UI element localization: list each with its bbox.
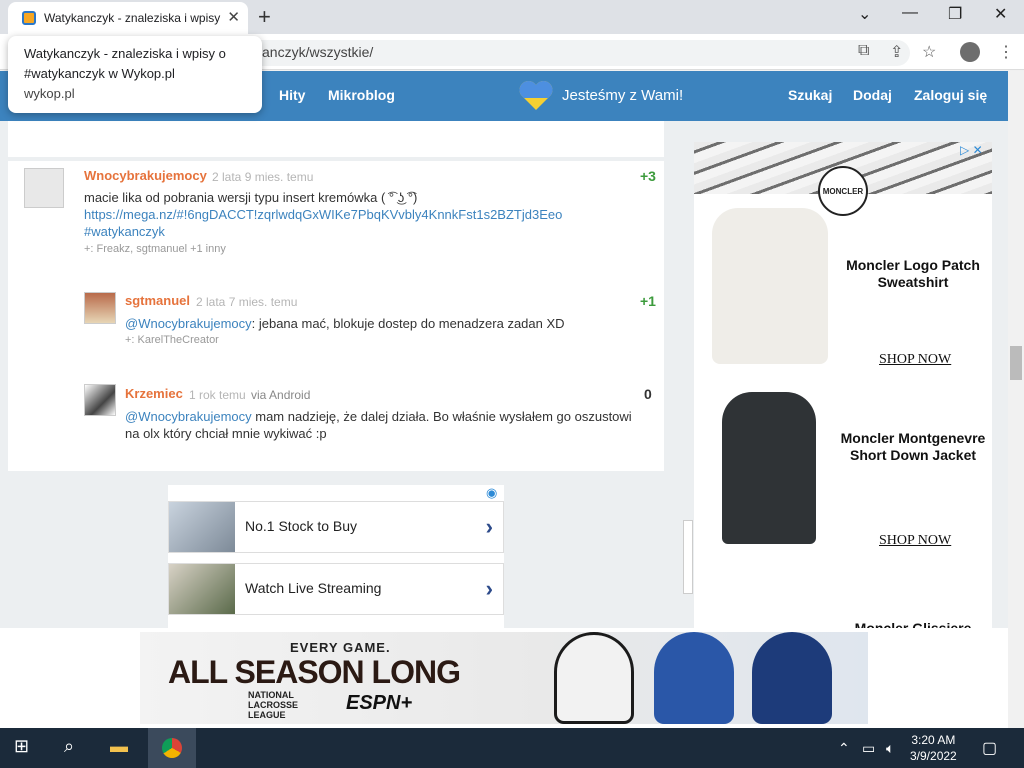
- entry-time[interactable]: 2 lata 9 mies. temu: [212, 170, 313, 184]
- chevron-right-icon: ›: [485, 576, 493, 601]
- nav-hity[interactable]: Hity: [279, 87, 305, 103]
- comment-via[interactable]: via Android: [251, 388, 310, 402]
- shop-now-link[interactable]: SHOP NOW: [879, 352, 951, 368]
- comment-text: @Wnocybrakujemocy: jebana mać, blokuje d…: [125, 315, 565, 332]
- ad-row-label: Watch Live Streaming: [245, 580, 382, 596]
- chevron-down-icon[interactable]: ⌄: [858, 4, 871, 24]
- nav-mikroblog[interactable]: Mikroblog: [328, 87, 395, 103]
- entry-text: macie lika od pobrania wersji typu inser…: [84, 190, 418, 205]
- entry-voters[interactable]: +: Freakz, sgtmanuel +1 inny: [84, 243, 226, 255]
- adchoices-icon[interactable]: ▷ ✕: [960, 143, 983, 157]
- nav-szukaj[interactable]: Szukaj: [788, 87, 832, 103]
- comment-voters[interactable]: +: KarelTheCreator: [125, 334, 219, 346]
- nav-zaloguj[interactable]: Zaloguj się: [914, 87, 987, 103]
- product-name[interactable]: Moncler Logo Patch Sweatshirt: [838, 257, 988, 291]
- entry-link[interactable]: https://mega.nz/#!6ngDACCT!zqrlwdqGxWIKe…: [84, 206, 562, 223]
- lacrosse-banner-ad[interactable]: EVERY GAME. ALL SEASON LONG NATIONAL LAC…: [140, 632, 868, 724]
- minimize-icon[interactable]: —: [902, 4, 918, 22]
- entry-tag[interactable]: #watykanczyk: [84, 223, 165, 240]
- comment-body: mam nadzieję, że dalej działa. Bo właśni…: [251, 409, 632, 424]
- banner-league: NATIONAL LACROSSE LEAGUE: [248, 690, 299, 720]
- search-icon[interactable]: ⌕: [64, 736, 74, 757]
- ad-row-label: No.1 Stock to Buy: [245, 518, 358, 534]
- avatar[interactable]: [84, 384, 116, 416]
- menu-kebab-icon[interactable]: ⋮: [998, 42, 1014, 62]
- page-scrollbar[interactable]: [1008, 71, 1024, 728]
- avatar[interactable]: [84, 292, 116, 324]
- moncler-logo: MONCLER: [818, 166, 868, 216]
- comment-text-line2: na olx który chciał mnie wykiwać :p: [125, 426, 327, 441]
- product-name[interactable]: Moncler Montgenevre Short Down Jacket: [838, 430, 988, 464]
- scrollbar-thumb[interactable]: [1010, 346, 1022, 380]
- profile-avatar-icon[interactable]: [960, 42, 980, 62]
- banner-line1: EVERY GAME.: [290, 640, 391, 655]
- entry-score[interactable]: +3: [640, 168, 656, 184]
- helmet-image: [752, 632, 832, 724]
- sweatshirt-image[interactable]: [712, 208, 828, 364]
- new-tab-button[interactable]: +: [258, 4, 271, 30]
- jacket-image[interactable]: [722, 392, 816, 544]
- chevron-right-icon: ›: [485, 514, 493, 539]
- volume-icon[interactable]: 🔈︎: [886, 740, 894, 757]
- ad-thumbnail: [169, 502, 235, 552]
- bookmark-star-icon[interactable]: ☆: [922, 42, 936, 62]
- previous-entry-card: [8, 121, 664, 157]
- url-text[interactable]: anczyk/wszystkie/: [262, 44, 373, 60]
- ad-row-stock[interactable]: No.1 Stock to Buy ›: [168, 501, 504, 553]
- tab-tooltip: Watykanczyk - znaleziska i wpisy o #waty…: [8, 36, 262, 113]
- avatar[interactable]: [24, 168, 64, 208]
- notification-icon[interactable]: ▢: [982, 738, 997, 758]
- comment-score[interactable]: 0: [644, 386, 652, 402]
- comment-author[interactable]: sgtmanuel: [125, 293, 190, 308]
- comment-text: @Wnocybrakujemocy mam nadzieję, że dalej…: [125, 408, 632, 425]
- entry-author[interactable]: Wnocybrakujemocy: [84, 168, 207, 183]
- restore-icon[interactable]: ❐: [948, 4, 962, 24]
- tooltip-line1: Watykanczyk - znaleziska i wpisy o: [24, 46, 226, 61]
- clock-date: 3/9/2022: [910, 749, 957, 763]
- banner-network: ESPN+: [346, 692, 413, 714]
- chevron-up-icon[interactable]: ⌃: [838, 740, 850, 757]
- taskbar-clock[interactable]: 3:20 AM 3/9/2022: [910, 732, 957, 764]
- comment-author[interactable]: Krzemiec: [125, 386, 183, 401]
- sidebar-scroll-handle[interactable]: [683, 520, 693, 594]
- shop-now-link[interactable]: SHOP NOW: [879, 533, 951, 549]
- share-icon[interactable]: ⇪: [890, 42, 903, 62]
- comment-mention[interactable]: @Wnocybrakujemocy: [125, 316, 252, 331]
- comment-time[interactable]: 1 rok temu: [189, 388, 246, 402]
- nav-dodaj[interactable]: Dodaj: [853, 87, 892, 103]
- tooltip-host: wykop.pl: [24, 86, 75, 101]
- ad-eye-icon[interactable]: ◉: [486, 485, 497, 501]
- comment-time[interactable]: 2 lata 7 mies. temu: [196, 295, 297, 309]
- tooltip-line2: #watykanczyk w Wykop.pl: [24, 66, 175, 81]
- ukraine-heart-icon: [519, 80, 553, 110]
- tab-title: Watykanczyk - znaleziska i wpisy: [44, 11, 221, 25]
- network-icon[interactable]: ▭: [862, 740, 875, 757]
- file-explorer-icon[interactable]: ▬: [110, 736, 128, 757]
- banner-headline: ALL SEASON LONG: [168, 654, 461, 690]
- comment-body: : jebana mać, blokuje dostep do menadzer…: [251, 316, 565, 331]
- ad-thumbnail: [169, 564, 235, 614]
- browser-tab[interactable]: Watykanczyk - znaleziska i wpisy ✕: [8, 2, 248, 34]
- chrome-icon: [162, 738, 182, 758]
- wykop-favicon-icon: [22, 11, 36, 25]
- clock-time: 3:20 AM: [911, 733, 956, 747]
- comment-score[interactable]: +1: [640, 293, 656, 309]
- comment-mention[interactable]: @Wnocybrakujemocy: [125, 409, 252, 424]
- helmet-image: [654, 632, 734, 724]
- helmet-image: [554, 632, 634, 724]
- ad-row-streaming[interactable]: Watch Live Streaming ›: [168, 563, 504, 615]
- solidarity-text: Jesteśmy z Wami!: [562, 87, 684, 104]
- windows-start-icon[interactable]: ⊞: [14, 736, 29, 757]
- translate-icon[interactable]: ⧉: [858, 42, 869, 60]
- close-tab-icon[interactable]: ✕: [227, 8, 240, 26]
- close-window-icon[interactable]: ✕: [994, 4, 1007, 24]
